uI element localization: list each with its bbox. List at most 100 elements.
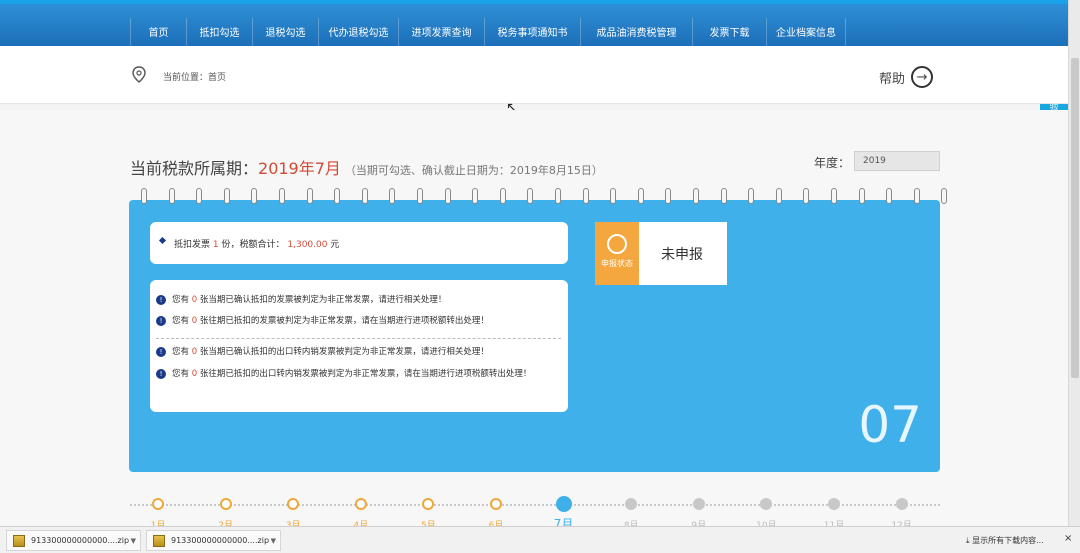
download-item[interactable]: 913300000000000....zip ▼ [146, 530, 281, 551]
notice-divider [156, 338, 561, 339]
binder-ring [637, 188, 644, 204]
binder-ring [168, 188, 175, 204]
top-nav-bar: 首页 抵扣勾选 退税勾选 代办退税勾选 进项发票查询 税务事项通知书 成品油消费税管理 发票下… [0, 0, 1068, 50]
timeline-dot[interactable] [490, 498, 502, 510]
calendar-rings [129, 188, 948, 206]
location-pin-icon [132, 66, 146, 83]
binder-ring [251, 188, 258, 204]
arrow-right-circle-icon: → [911, 66, 934, 88]
tax-period-note: （当期可勾选、确认截止日期为：2019年8月15日） [344, 164, 603, 177]
scrollbar-thumb[interactable] [1071, 58, 1079, 378]
status-value: 未申报 [661, 247, 703, 263]
info-icon: ! [156, 347, 166, 357]
summary-amount: 1,300.00 [287, 240, 328, 250]
year-select[interactable]: 2019 [854, 151, 940, 171]
binder-ring [775, 188, 782, 204]
binder-ring [610, 188, 617, 204]
summary-suffix: 元 [330, 240, 340, 250]
zip-file-icon [153, 534, 165, 547]
vertical-scrollbar[interactable] [1068, 0, 1080, 526]
timeline-dot[interactable] [692, 498, 705, 510]
timeline-dot[interactable] [895, 498, 908, 510]
breadcrumb: 当前位置：首页 [163, 73, 227, 83]
status-badge-label: 申报状态 [601, 259, 633, 268]
tax-period-label: 当前税款所属期： [130, 159, 259, 178]
user-clock-icon [607, 234, 627, 254]
download-item[interactable]: 913300000000000....zip ▼ [6, 530, 141, 551]
binder-ring [196, 188, 203, 204]
notice-row: ! 您有 0 张往期已抵扣的发票被判定为非正常发票，请在当期进行进项税额转出处理！ [156, 315, 561, 327]
notice-count: 0 [191, 347, 198, 357]
close-download-bar-icon[interactable]: × [1064, 533, 1072, 544]
notice-text: 您有 0 张往期已抵扣的出口转内销发票被判定为非正常发票，请在当期进行进项税额转… [156, 368, 561, 380]
binder-ring [582, 188, 589, 204]
deduction-summary: 抵扣发票 1 份，税额合计： 1,300.00 元 [174, 237, 339, 250]
timeline-dot[interactable] [219, 498, 232, 510]
binder-ring [803, 188, 810, 204]
timeline-dot[interactable] [422, 498, 435, 510]
binder-ring [444, 188, 451, 204]
notice-row: ! 您有 0 张往期已抵扣的出口转内销发票被判定为非正常发票，请在当期进行进项税额… [156, 368, 561, 380]
info-icon: ! [156, 369, 166, 379]
diamond-bullet-icon [158, 236, 167, 245]
year-label: 年度： [814, 156, 851, 170]
summary-count: 1 [212, 240, 219, 250]
zip-file-icon [13, 534, 25, 547]
notice-pre: 您有 [172, 316, 190, 326]
timeline-dot[interactable] [625, 498, 638, 510]
timeline-dot[interactable] [760, 498, 773, 510]
notice-row: ! 您有 0 张当期已确认抵扣的出口转内销发票被判定为非正常发票，请进行相关处理！ [156, 346, 561, 358]
deduction-summary-panel: 抵扣发票 1 份，税额合计： 1,300.00 元 [150, 222, 568, 264]
timeline-line [130, 504, 940, 506]
binder-ring [720, 188, 727, 204]
binder-ring [306, 188, 313, 204]
download-bar: 913300000000000....zip ▼ 913300000000000… [0, 526, 1080, 553]
help-label: 帮助 [879, 71, 906, 87]
download-filename: 913300000000000....zip [171, 536, 270, 545]
notice-count: 0 [191, 369, 198, 379]
notice-body: 张当期已确认抵扣的发票被判定为非正常发票，请进行相关处理！ [199, 295, 447, 305]
tax-period-month: 2019年7月 [258, 159, 341, 178]
big-month-number: 07 [858, 396, 922, 454]
month-card: 抵扣发票 1 份，税额合计： 1,300.00 元 ! 您有 0 张当期已确认抵扣… [129, 188, 948, 472]
binder-ring [941, 188, 948, 204]
binder-ring [693, 188, 699, 204]
notice-pre: 您有 [172, 369, 190, 379]
timeline-dot[interactable] [828, 498, 840, 510]
tax-period-heading: 当前税款所属期：2019年7月 （当期可勾选、确认截止日期为：2019年8月15日… [130, 155, 603, 179]
notice-body: 张往期已抵扣的出口转内销发票被判定为非正常发票，请在当期进行进项税额转出处理！ [199, 369, 532, 379]
notice-text: 您有 0 张当期已确认抵扣的发票被判定为非正常发票，请进行相关处理！ [156, 294, 561, 306]
summary-mid: 份，税额合计： [221, 240, 285, 250]
notice-row: ! 您有 0 张当期已确认抵扣的发票被判定为非正常发票，请进行相关处理！ [156, 294, 561, 306]
binder-ring [472, 188, 479, 204]
timeline-dot[interactable] [354, 498, 367, 510]
notice-count: 0 [191, 316, 198, 326]
notice-text: 您有 0 张往期已抵扣的发票被判定为非正常发票，请在当期进行进项税额转出处理！ [156, 315, 561, 327]
binder-ring [417, 188, 423, 204]
declaration-status: 申报状态 未申报 [595, 222, 727, 285]
chevron-down-icon[interactable]: ▼ [131, 537, 136, 545]
binder-ring [748, 188, 755, 204]
binder-ring [913, 188, 920, 204]
notice-text: 您有 0 张当期已确认抵扣的出口转内销发票被判定为非正常发票，请进行相关处理！ [156, 346, 561, 358]
chevron-down-icon[interactable]: ▼ [271, 537, 276, 545]
download-filename: 913300000000000....zip [31, 536, 130, 545]
binder-ring [141, 188, 147, 204]
binder-ring [665, 188, 672, 204]
notice-body: 张往期已抵扣的发票被判定为非正常发票，请在当期进行进项税额转出处理！ [199, 316, 489, 326]
notice-count: 0 [191, 295, 198, 305]
binder-ring [886, 188, 893, 204]
binder-ring [389, 188, 396, 204]
binder-ring [831, 188, 837, 204]
binder-ring [334, 188, 341, 204]
timeline-dot[interactable] [555, 496, 572, 512]
breadcrumb-bar: 当前位置：首页 帮助 → [0, 46, 1068, 104]
timeline-dot[interactable] [287, 498, 300, 510]
notice-pre: 您有 [172, 295, 190, 305]
binder-ring [361, 188, 368, 204]
summary-prefix: 抵扣发票 [174, 240, 211, 250]
show-all-downloads-link[interactable]: ⤓ 显示所有下载内容... [966, 535, 1044, 546]
help-button[interactable]: 帮助 → [879, 66, 934, 88]
binder-ring [223, 188, 230, 204]
timeline-dot[interactable] [152, 498, 164, 510]
